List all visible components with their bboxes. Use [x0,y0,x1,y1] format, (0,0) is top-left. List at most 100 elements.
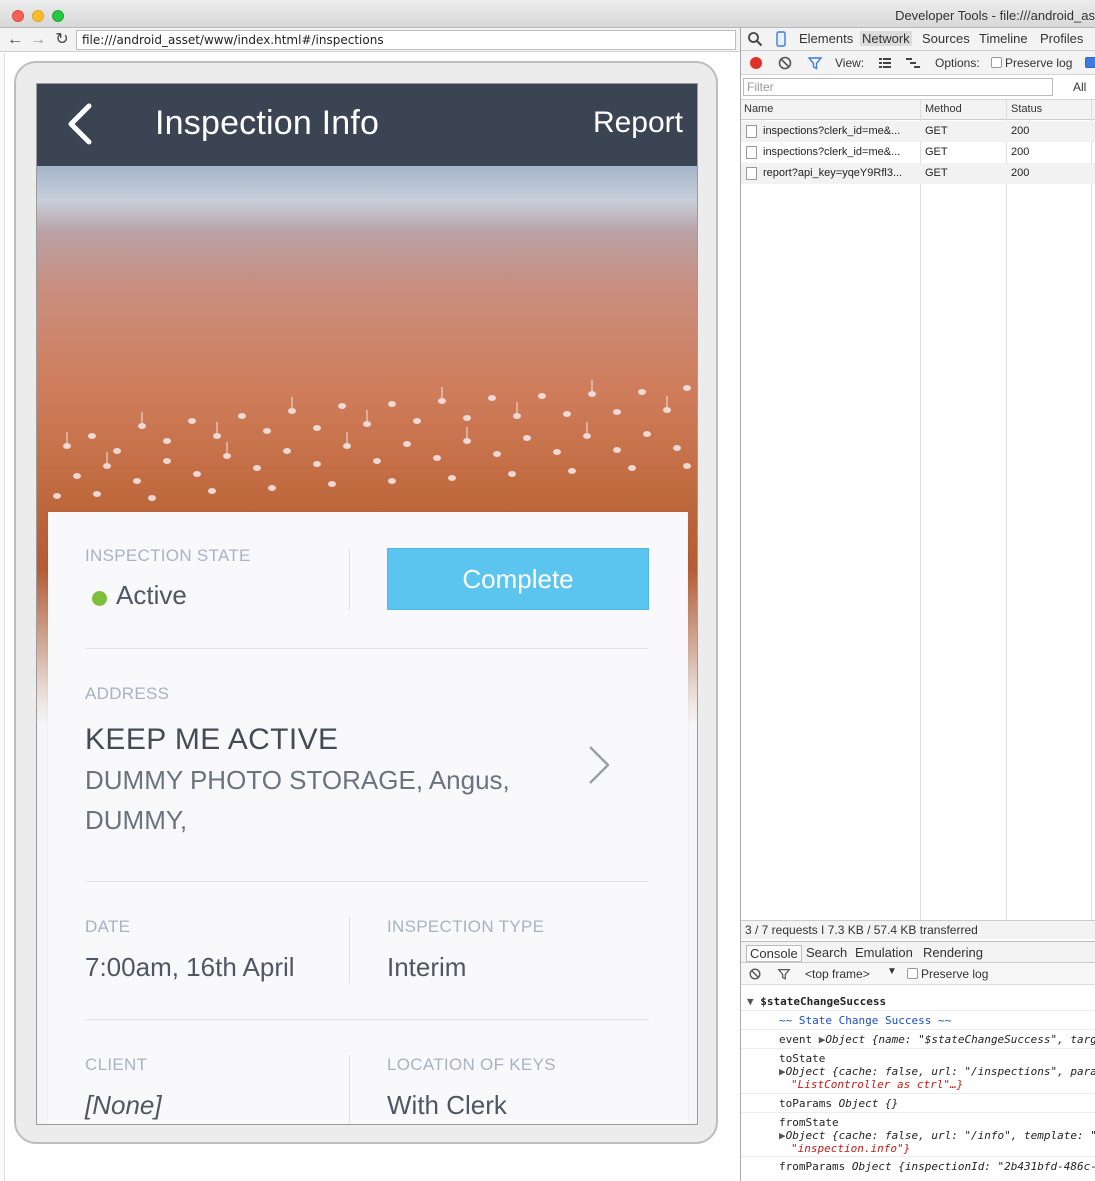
console-object[interactable]: Object {inspectionId: "2b431bfd-486c- [852,1160,1095,1173]
inspection-card: INSPECTION STATE Active Complete ADDRESS… [48,512,688,1124]
forward-arrow-icon[interactable]: → [28,30,48,50]
flamingo-flock-image [53,380,691,501]
console-object-continued: "ListController as ctrl"…} [791,1078,964,1091]
devtools-tabbar: Elements Network Sources Timeline Profil… [741,28,1095,51]
network-request-row[interactable]: inspections?clerk_id=me&... GET 200 [741,121,1095,142]
console-key: toParams [779,1097,832,1110]
address-label: ADDRESS [85,684,170,703]
device-frame: Inspection Info Report INSPECTION STATE … [14,61,718,1144]
back-arrow-icon[interactable]: ← [5,30,25,50]
preserve-log-label: Preserve log [1005,56,1073,70]
clear-console-icon[interactable] [748,967,762,981]
section-divider [85,1019,649,1020]
app-screen: Inspection Info Report INSPECTION STATE … [36,83,698,1125]
section-divider [85,881,649,882]
console-preserve-log-checkbox[interactable] [907,968,918,979]
console-divider [741,1029,1095,1030]
console-line-event: event ▶Object {name: "$stateChangeSucces… [779,1033,1095,1046]
client-value: [None] [85,1090,162,1120]
tab-search[interactable]: Search [806,945,847,960]
device-mode-icon[interactable] [773,31,789,47]
console-filter-icon[interactable] [777,967,791,981]
column-header-name[interactable]: Name [744,103,773,115]
reload-icon[interactable]: ↻ [52,30,72,50]
network-request-row[interactable]: inspections?clerk_id=me&... GET 200 [741,142,1095,163]
console-object[interactable]: Object {} [839,1097,899,1110]
console-object[interactable]: Object {name: "$stateChangeSuccess", tar… [825,1033,1095,1046]
request-status: 200 [1011,125,1030,137]
console-key: fromParams [779,1160,846,1173]
page-edge-strip [0,53,5,1181]
date-value: 7:00am, 16th April [85,952,295,982]
tab-elements[interactable]: Elements [799,31,853,46]
filter-icon[interactable] [807,55,823,71]
column-header-method[interactable]: Method [925,103,962,115]
request-method: GET [925,146,948,158]
disable-cache-checkbox[interactable] [1085,57,1095,68]
tab-emulation[interactable]: Emulation [855,945,913,960]
search-icon[interactable] [747,31,763,47]
tab-sources[interactable]: Sources [922,31,970,46]
record-icon[interactable] [748,55,764,71]
console-divider [741,1010,1095,1011]
window-close-button[interactable] [12,10,24,22]
request-name: inspections?clerk_id=me&... [763,146,901,158]
console-preserve-log-label: Preserve log [921,967,989,981]
address-line-2[interactable]: DUMMY, [85,805,187,836]
location-of-keys-label: LOCATION OF KEYS [387,1055,556,1074]
console-divider [741,1048,1095,1049]
client-divider [349,1055,350,1124]
console-group[interactable]: ▼ $stateChangeSuccess [747,995,886,1008]
app-header: Inspection Info Report [37,84,697,166]
column-separator [920,100,921,920]
options-label: Options: [935,56,980,70]
console-object-continued: "inspection.info"} [791,1142,911,1155]
address-line-1[interactable]: DUMMY PHOTO STORAGE, Angus, [85,765,510,796]
tab-network[interactable]: Network [860,31,912,46]
expand-triangle-icon[interactable]: ▶ [779,1129,786,1142]
network-summary: 3 / 7 requests I 7.3 KB / 57.4 KB transf… [741,920,1095,939]
console-line-fromparams: fromParams Object {inspectionId: "2b431b… [779,1160,1095,1173]
frame-selector[interactable]: <top frame> [805,967,870,981]
back-chevron-icon[interactable] [63,101,99,147]
request-name: report?api_key=yqeY9Rfl3... [763,167,903,179]
window-maximize-button[interactable] [52,10,64,22]
date-label: DATE [85,917,131,936]
filter-all-button[interactable]: All [1073,80,1086,94]
url-bar[interactable]: file:///android_asset/www/index.html#/in… [76,30,736,50]
browser-toolbar: ← → ↻ file:///android_asset/www/index.ht… [0,28,740,52]
column-header-status[interactable]: Status [1011,103,1042,115]
inspection-state-label: INSPECTION STATE [85,546,251,565]
tab-timeline[interactable]: Timeline [979,31,1028,46]
waterfall-icon[interactable] [905,55,921,71]
tab-console[interactable]: Console [746,945,802,962]
expand-triangle-icon[interactable]: ▶ [779,1065,786,1078]
console-divider [741,1156,1095,1157]
expand-triangle-icon[interactable]: ▼ [747,995,754,1008]
chevron-right-icon[interactable] [586,744,612,786]
request-name: inspections?clerk_id=me&... [763,125,901,137]
console-toolbar: <top frame> ▼ Preserve log [741,963,1095,985]
clear-icon[interactable] [777,55,793,71]
column-separator [1091,100,1092,920]
frame-dropdown-icon[interactable]: ▼ [887,966,897,977]
column-separator [1006,100,1007,920]
document-icon [746,125,757,138]
console-object[interactable]: Object {cache: false, url: "/info", temp… [786,1129,1095,1142]
preserve-log-checkbox[interactable] [991,57,1002,68]
console-object[interactable]: Object {cache: false, url: "/inspections… [786,1065,1095,1078]
console-key: event [779,1033,813,1046]
console-banner: ~~ State Change Success ~~ [779,1014,952,1027]
tab-profiles[interactable]: Profiles [1040,31,1083,46]
report-button[interactable]: Report [593,106,683,140]
console-divider [741,1112,1095,1113]
filter-input[interactable]: Filter [743,78,1053,96]
network-table-header: Name Method Status [741,100,1095,120]
document-icon [746,146,757,159]
network-request-row[interactable]: report?api_key=yqeY9Rfl3... GET 200 [741,163,1095,184]
complete-button[interactable]: Complete [387,548,649,610]
address-name[interactable]: KEEP ME ACTIVE [85,723,338,757]
large-rows-icon[interactable] [877,55,893,71]
window-minimize-button[interactable] [32,10,44,22]
tab-rendering[interactable]: Rendering [923,945,983,960]
